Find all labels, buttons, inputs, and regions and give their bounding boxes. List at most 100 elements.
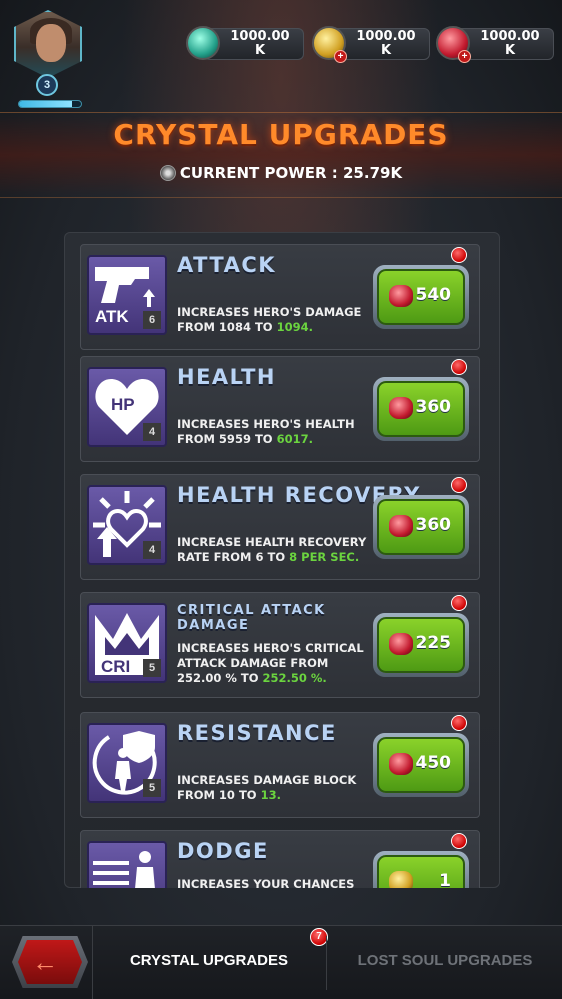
buy-button-face: 225 <box>377 617 465 673</box>
currency-value: 1000.00 <box>356 29 416 44</box>
upgrade-card-dodge: DODGE INCREASES YOUR CHANCES 1 <box>80 830 480 888</box>
avatar <box>14 10 82 78</box>
desc-line: INCREASES HERO'S DAMAGE <box>177 305 362 319</box>
desc-text: FROM 10 TO <box>177 788 261 802</box>
currency-unit: K <box>504 43 516 58</box>
teal-crystal-icon <box>186 26 220 60</box>
upgrade-buy-button[interactable]: 450 <box>373 733 469 797</box>
upgrade-card-health-recovery: 4 HEALTH RECOVERY INCREASE HEALTH RECOVE… <box>80 474 480 580</box>
upgrade-card-health: HP 4 HEALTH INCREASES HERO'S HEALTH FROM… <box>80 356 480 462</box>
desc-highlight: 1094. <box>276 320 313 334</box>
upgrade-level: 4 <box>143 423 161 441</box>
tab-crystal-upgrades[interactable]: CRYSTAL UPGRADES <box>92 926 326 999</box>
upgrade-description: INCREASES HERO'S CRITICAL ATTACK DAMAGE … <box>177 641 367 686</box>
upgrade-buy-button[interactable]: 1 <box>373 851 469 888</box>
power-icon <box>159 165 176 181</box>
upgrade-cost: 540 <box>415 285 452 305</box>
current-power: CURRENT POWER : 25.79K <box>0 164 562 188</box>
desc-line: RATE FROM 6 TO 8 PER SEC. <box>177 550 367 565</box>
upgrade-buy-button[interactable]: 360 <box>373 377 469 441</box>
upgrade-level: 5 <box>143 779 161 797</box>
desc-highlight: 13. <box>260 788 281 802</box>
tab-lost-soul-upgrades[interactable]: LOST SOUL UPGRADES <box>328 926 562 999</box>
desc-line: INCREASES DAMAGE BLOCK <box>177 773 357 787</box>
upgrade-description: INCREASE HEALTH RECOVERY RATE FROM 6 TO … <box>177 535 367 565</box>
page-title: CRYSTAL UPGRADES <box>113 118 449 151</box>
upgrade-cost: 360 <box>415 515 452 535</box>
desc-line: INCREASES HERO'S CRITICAL <box>177 641 364 655</box>
desc-line: INCREASES HERO'S HEALTH <box>177 417 355 431</box>
red-crystal-icon <box>389 397 413 419</box>
resistance-icon: 5 <box>87 723 167 803</box>
notification-dot <box>451 715 467 731</box>
back-button-face: ← <box>18 940 82 984</box>
desc-line: FROM 1084 TO 1094. <box>177 320 367 335</box>
desc-line: FROM 10 TO 13. <box>177 788 367 803</box>
level-progress-bar <box>18 100 82 108</box>
notification-dot <box>451 833 467 849</box>
desc-line: INCREASE HEALTH RECOVERY <box>177 535 367 549</box>
upgrade-cost: 225 <box>415 633 452 653</box>
buy-button-face: 450 <box>377 737 465 793</box>
desc-highlight: 6017. <box>276 432 313 446</box>
notification-dot <box>451 595 467 611</box>
red-crystal-icon <box>389 285 413 307</box>
upgrade-description: INCREASES HERO'S HEALTH FROM 5959 TO 601… <box>177 417 367 447</box>
divider <box>326 936 327 990</box>
upgrade-buy-button[interactable]: 540 <box>373 265 469 329</box>
gold-nugget-icon <box>389 871 413 888</box>
back-button[interactable]: ← <box>12 936 88 988</box>
attack-icon: ATK 6 <box>87 255 167 335</box>
red-crystal-icon <box>389 633 413 655</box>
currency-teal-crystal[interactable]: 1000.00 K <box>186 26 304 60</box>
upgrade-cost: 360 <box>415 397 452 417</box>
upgrade-buy-button[interactable]: 225 <box>373 613 469 677</box>
level-progress-fill <box>19 101 72 107</box>
upgrade-list[interactable]: ATK 6 ATTACK INCREASES HERO'S DAMAGE FRO… <box>64 232 500 888</box>
notification-dot <box>451 477 467 493</box>
upgrade-card-resistance: 5 RESISTANCE INCREASES DAMAGE BLOCK FROM… <box>80 712 480 818</box>
upgrade-cost: 450 <box>415 753 452 773</box>
bottom-nav: ← CRYSTAL UPGRADES 7 LOST SOUL UPGRADES <box>0 925 562 999</box>
desc-text: FROM 5959 TO <box>177 432 277 446</box>
desc-line: 252.00 % TO 252.50 %. <box>177 671 367 686</box>
upgrade-name: CRITICAL ATTACK DAMAGE <box>177 603 326 633</box>
red-crystal-icon <box>389 753 413 775</box>
red-crystal-icon <box>389 515 413 537</box>
currency-amount: 1000.00 K <box>220 30 300 58</box>
dodge-figure-icon <box>93 851 155 888</box>
currency-gold-nugget[interactable]: + 1000.00 K <box>312 26 430 63</box>
upgrade-name: DODGE <box>177 839 269 863</box>
desc-text: 252.00 % TO <box>177 671 263 685</box>
player-level-badge: 3 <box>36 74 58 96</box>
upgrade-card-critical-attack-damage: CRI 5 CRITICAL ATTACK DAMAGE INCREASES H… <box>80 592 480 698</box>
desc-line: INCREASES YOUR CHANCES <box>177 877 355 888</box>
top-bar: 3 1000.00 K + 1000.00 K + 1000.00 K <box>0 0 562 110</box>
upgrade-name: ATTACK <box>177 253 277 277</box>
currency-amount: 1000.00 K <box>346 30 426 58</box>
buy-button-face: 360 <box>377 499 465 555</box>
upgrade-level: 6 <box>143 311 161 329</box>
icon-text: CRI <box>101 657 131 676</box>
buy-button-face: 540 <box>377 269 465 325</box>
upgrade-name: RESISTANCE <box>177 721 337 745</box>
upgrade-description: INCREASES YOUR CHANCES <box>177 877 367 888</box>
currency-amount: 1000.00 K <box>470 30 550 58</box>
icon-text: HP <box>111 395 135 414</box>
currency-red-crystal[interactable]: + 1000.00 K <box>436 26 554 63</box>
notification-dot <box>451 359 467 375</box>
upgrade-level: 5 <box>143 659 161 677</box>
desc-highlight: 252.50 %. <box>262 671 327 685</box>
buy-button-face: 1 <box>377 855 465 888</box>
desc-line: ATTACK DAMAGE FROM <box>177 656 329 670</box>
currency-unit: K <box>254 43 266 58</box>
desc-text: FROM 1084 TO <box>177 320 277 334</box>
buy-button-face: 360 <box>377 381 465 437</box>
upgrade-card-attack: ATK 6 ATTACK INCREASES HERO'S DAMAGE FRO… <box>80 244 480 350</box>
desc-highlight: 8 PER SEC. <box>289 550 360 564</box>
avatar-face <box>36 24 66 62</box>
upgrade-buy-button[interactable]: 360 <box>373 495 469 559</box>
desc-line: FROM 5959 TO 6017. <box>177 432 367 447</box>
player-avatar-button[interactable]: 3 <box>12 10 84 108</box>
health-icon: HP 4 <box>87 367 167 447</box>
